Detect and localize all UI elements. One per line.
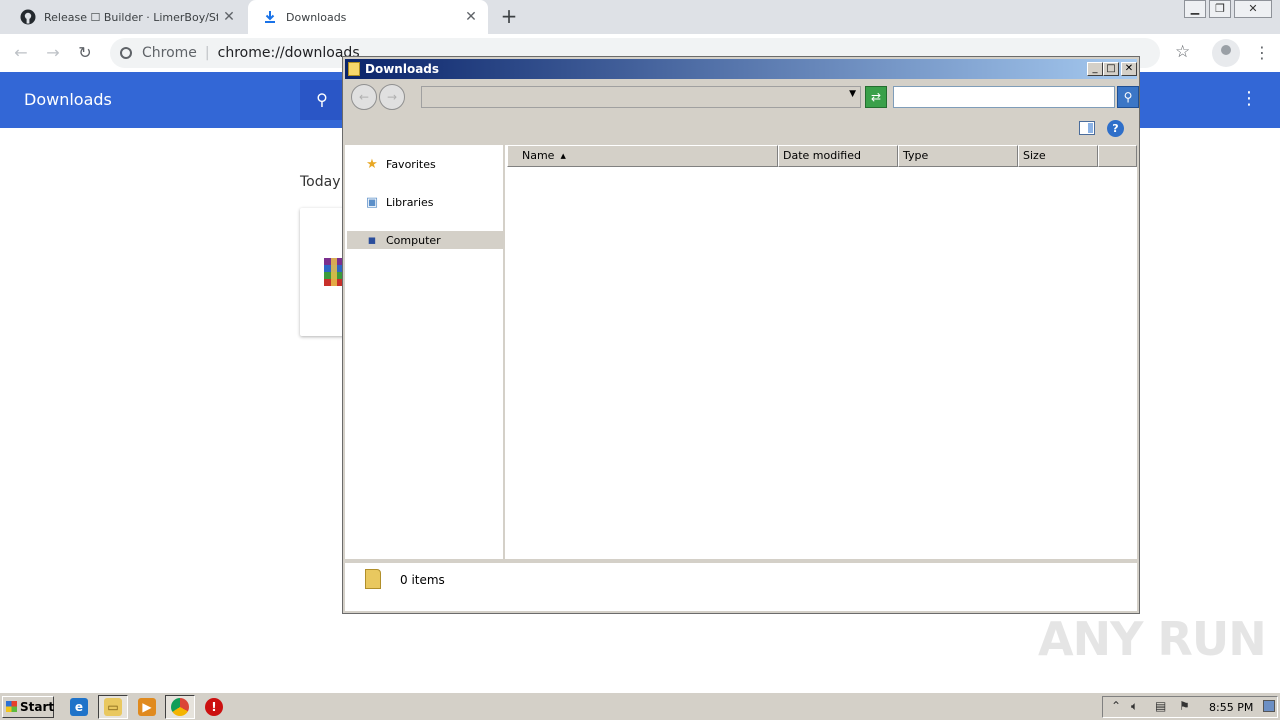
item-count: 0 items xyxy=(400,573,445,587)
command-bar: ? xyxy=(345,115,1137,145)
tab-close-icon[interactable]: ✕ xyxy=(218,9,240,25)
nav-item-favorites[interactable]: ★ Favorites xyxy=(347,155,503,173)
forward-arrow-icon[interactable]: → xyxy=(379,84,405,110)
reload-button[interactable]: ↻ xyxy=(73,41,97,65)
details-pane: 0 items xyxy=(345,563,1137,611)
nav-item-label: Libraries xyxy=(386,195,434,209)
folder-icon xyxy=(365,569,381,589)
anyrun-watermark: ANY RUN xyxy=(1038,612,1267,666)
back-arrow-icon[interactable]: ← xyxy=(351,84,377,110)
column-header-date-modified[interactable]: Date modified xyxy=(778,145,898,167)
chrome-logo-icon xyxy=(120,47,132,59)
back-button[interactable]: ← xyxy=(9,41,33,65)
github-icon xyxy=(20,9,36,25)
address-url: chrome://downloads xyxy=(217,45,360,61)
minimize-window-button[interactable]: ▁ xyxy=(1184,0,1206,18)
page-title: Downloads xyxy=(24,90,112,109)
network-icon[interactable]: ▤ xyxy=(1155,699,1166,713)
nav-item-libraries[interactable]: ▣ Libraries xyxy=(347,193,503,211)
start-button[interactable]: Start xyxy=(2,696,54,718)
folder-icon: ▭ xyxy=(104,698,122,716)
nav-item-label: Favorites xyxy=(386,157,436,171)
address-separator: | xyxy=(204,45,210,61)
tab-downloads[interactable]: Downloads ✕ xyxy=(248,0,488,34)
refresh-icon[interactable]: ⇄ xyxy=(865,86,887,108)
file-list: Name ▲ Date modified Type Size xyxy=(505,145,1137,559)
help-icon[interactable]: ? xyxy=(1107,120,1124,137)
internet-explorer-icon[interactable]: e xyxy=(70,698,88,716)
sort-ascending-icon: ▲ xyxy=(560,152,566,160)
window-title: Downloads xyxy=(365,62,440,76)
search-icon[interactable]: ⚲ xyxy=(300,80,344,120)
nav-item-computer[interactable]: ▪ Computer xyxy=(347,231,503,249)
search-icon[interactable]: ⚲ xyxy=(1117,86,1139,108)
taskbar: Start e ▭ ▶ ! ⌃ 🔈︎ ▤ ⚑ 8:55 PM xyxy=(0,692,1280,720)
computer-icon: ▪ xyxy=(367,232,377,248)
taskbar-chrome-button[interactable] xyxy=(165,695,195,719)
clock[interactable]: 8:55 PM xyxy=(1209,701,1253,714)
media-player-icon[interactable]: ▶ xyxy=(138,698,156,716)
navigation-bar: ← → ▼ ⇄ ⚲ xyxy=(345,81,1139,113)
taskbar-explorer-button[interactable]: ▭ xyxy=(98,695,128,719)
close-window-button[interactable]: ✕ xyxy=(1234,0,1272,18)
system-tray: ⌃ 🔈︎ ▤ ⚑ 8:55 PM xyxy=(1102,696,1278,718)
restore-window-button[interactable]: ❐ xyxy=(1209,0,1231,18)
action-center-flag-icon[interactable]: ⚑ xyxy=(1179,699,1190,713)
preview-pane-icon[interactable] xyxy=(1079,121,1095,135)
date-section-label: Today xyxy=(300,174,341,190)
tab-title: Downloads xyxy=(286,10,347,24)
column-header-type[interactable]: Type xyxy=(898,145,1018,167)
show-hidden-icons-icon[interactable]: ⌃ xyxy=(1111,699,1121,713)
column-header-filler xyxy=(1098,145,1137,167)
address-field[interactable]: ▼ xyxy=(421,86,861,108)
column-header-size[interactable]: Size xyxy=(1018,145,1098,167)
download-icon xyxy=(265,11,275,23)
folder-icon xyxy=(348,62,360,76)
tab-github-release[interactable]: Release ☐ Builder · LimerBoy/StormK ✕ xyxy=(6,0,246,34)
search-input[interactable] xyxy=(893,86,1115,108)
minimize-button[interactable]: _ xyxy=(1087,62,1103,76)
address-scheme-label: Chrome xyxy=(142,45,197,61)
antivirus-icon[interactable]: ! xyxy=(205,698,223,716)
forward-button[interactable]: → xyxy=(41,41,65,65)
explorer-window: Downloads _ □ ✕ ← → ▼ ⇄ ⚲ ? ★ Favorites … xyxy=(342,56,1140,614)
profile-avatar[interactable] xyxy=(1212,39,1240,67)
volume-icon[interactable]: 🔈︎ xyxy=(1131,699,1138,714)
more-actions-icon[interactable]: ⋮ xyxy=(1240,88,1258,109)
tab-strip: Release ☐ Builder · LimerBoy/StormK ✕ Do… xyxy=(0,0,1280,34)
show-desktop-icon[interactable] xyxy=(1263,700,1275,712)
bookmark-star-icon[interactable]: ☆ xyxy=(1175,42,1190,62)
libraries-icon: ▣ xyxy=(365,194,379,210)
tab-title: Release ☐ Builder · LimerBoy/StormK xyxy=(44,10,218,24)
chrome-icon xyxy=(171,698,189,716)
nav-item-label: Computer xyxy=(386,233,441,247)
dropdown-arrow-icon[interactable]: ▼ xyxy=(849,89,856,99)
winrar-archive-icon xyxy=(324,258,344,286)
close-button[interactable]: ✕ xyxy=(1121,62,1137,76)
star-icon: ★ xyxy=(366,156,378,172)
column-header-name[interactable]: Name ▲ xyxy=(507,145,778,167)
browser-menu-icon[interactable]: ⋮ xyxy=(1254,43,1270,62)
maximize-button[interactable]: □ xyxy=(1103,62,1119,76)
new-tab-button[interactable]: + xyxy=(498,5,520,27)
tab-close-icon[interactable]: ✕ xyxy=(460,9,482,25)
navigation-pane: ★ Favorites ▣ Libraries ▪ Computer xyxy=(345,145,503,559)
window-titlebar[interactable]: Downloads _ □ ✕ xyxy=(345,59,1137,79)
